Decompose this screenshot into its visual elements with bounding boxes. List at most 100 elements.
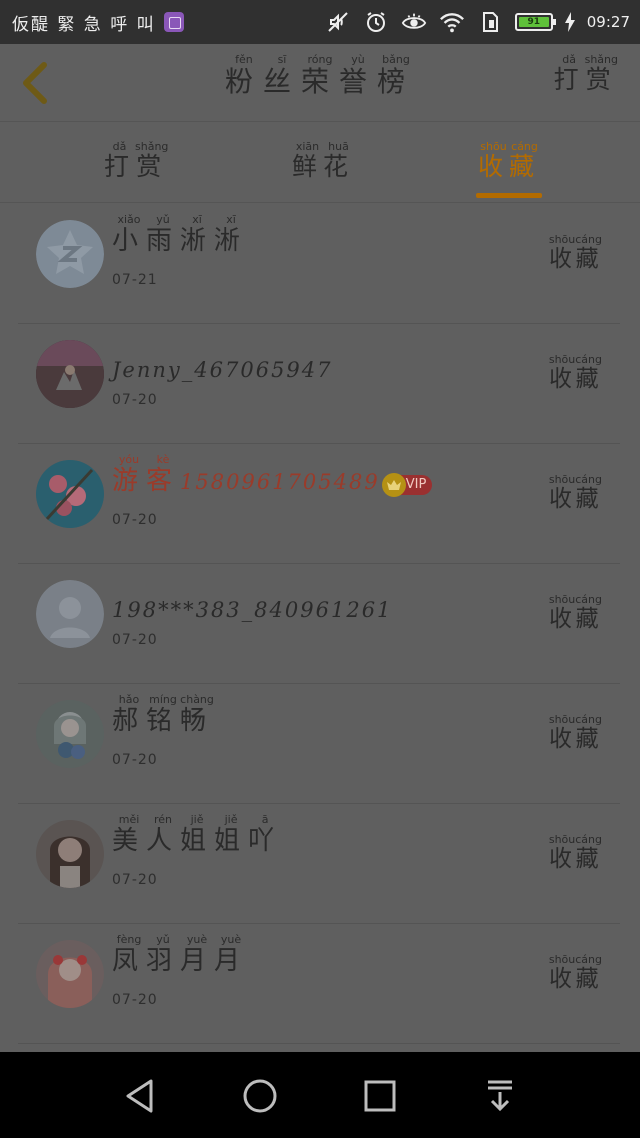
tab-reward[interactable]: 打dǎ赏shǎng xyxy=(104,140,169,201)
user-name: 198***383_840961261 xyxy=(112,594,392,624)
favorite-button[interactable]: 收shōu藏cáng xyxy=(548,233,602,273)
row-divider xyxy=(18,1043,620,1044)
pinyin-char: 鲜xiān xyxy=(292,140,323,181)
pinyin-text: fèng xyxy=(112,933,147,946)
han-char: 人 xyxy=(146,826,181,856)
pinyin-text: shōu xyxy=(548,713,576,726)
favorite-button[interactable]: 收shōu藏cáng xyxy=(549,353,602,393)
pinyin-char: 月yuè xyxy=(180,933,215,976)
pinyin-text: yuè xyxy=(180,933,215,946)
han-char: 藏 xyxy=(575,246,602,272)
han-char: 月 xyxy=(180,946,215,976)
tab-favorites[interactable]: 收shōu藏cáng xyxy=(478,140,541,201)
avatar[interactable] xyxy=(36,460,104,528)
list-item[interactable]: 游yóu客kè15809617054​89 VIP 07-20 收shōu藏cáng xyxy=(0,444,640,564)
han-char: 赏 xyxy=(135,152,169,181)
user-name: 美měi人rén姐jiě姐jiě吖ā xyxy=(112,813,283,857)
page-title: 粉fěn丝sī荣róng誉yù榜bǎng xyxy=(0,53,640,100)
han-char: 藏 xyxy=(575,966,602,992)
reward-button[interactable]: 打dǎ赏shǎng xyxy=(553,53,618,96)
pinyin-text: míng xyxy=(146,693,181,706)
favorite-button[interactable]: 收shōu藏cáng xyxy=(548,953,602,993)
favorite-label: 收shōu藏cáng xyxy=(549,473,602,512)
pinyin-char: 榜bǎng xyxy=(377,53,415,98)
pinyin-text: ā xyxy=(248,813,283,826)
pinyin-text: shōu xyxy=(548,953,576,966)
status-time: 09:27 xyxy=(586,13,630,31)
han-char: 小 xyxy=(112,226,147,256)
tab-flowers[interactable]: 鲜xiān花huā xyxy=(292,140,354,201)
avatar[interactable] xyxy=(36,820,104,888)
pinyin-char: 荣róng xyxy=(301,53,339,98)
vip-badge: VIP xyxy=(381,472,433,497)
avatar[interactable] xyxy=(36,580,104,648)
han-char: 美 xyxy=(112,826,147,856)
avatar[interactable] xyxy=(36,340,104,408)
pinyin-char: 铭míng xyxy=(146,693,180,736)
list-item[interactable]: 郝hǎo铭míng畅chàng 07-20 收shōu藏cáng xyxy=(0,684,640,804)
item-date: 07-20 xyxy=(112,872,158,888)
nav-home-button[interactable] xyxy=(238,1074,282,1118)
han-char: 游 xyxy=(112,466,147,496)
header: 粉fěn丝sī荣róng誉yù榜bǎng 打dǎ赏shǎng xyxy=(0,44,640,122)
avatar[interactable] xyxy=(36,940,104,1008)
item-date: 07-20 xyxy=(112,992,158,1008)
pinyin-text: róng xyxy=(300,53,339,66)
app-thumbnail-icon xyxy=(163,12,184,32)
pinyin-text: kè xyxy=(146,453,181,466)
list-item[interactable]: 198***383_840961261 07-20 收shōu藏cáng xyxy=(0,564,640,684)
recents-square-icon xyxy=(364,1080,396,1112)
pinyin-text: dǎ xyxy=(553,53,585,66)
favorite-button[interactable]: 收shōu藏cáng xyxy=(549,593,602,633)
list-item[interactable]: Jenny_467065947 07-20 收shōu藏cáng xyxy=(0,324,640,444)
pinyin-text: shǎng xyxy=(584,53,618,66)
status-bar: 仮醍 緊 急 呼 叫 91 09:27 xyxy=(0,0,640,44)
pinyin-char: 收shōu xyxy=(548,833,576,872)
han-char: 藏 xyxy=(509,152,541,181)
nav-back-button[interactable] xyxy=(118,1074,162,1118)
han-char: 打 xyxy=(104,152,136,181)
han-char: 粉 xyxy=(224,65,263,98)
han-char: 月 xyxy=(214,946,249,976)
pinyin-text: shōu xyxy=(478,140,509,153)
pinyin-text: jiě xyxy=(180,813,215,826)
pinyin-text: shǎng xyxy=(135,140,169,153)
pinyin-text: cáng xyxy=(575,953,602,966)
pinyin-text: xiān xyxy=(292,140,323,153)
han-char: 丝 xyxy=(262,65,301,98)
avatar[interactable] xyxy=(36,220,104,288)
han-char: 誉 xyxy=(339,65,378,98)
nav-notification-button[interactable] xyxy=(478,1074,522,1118)
eye-comfort-icon xyxy=(401,13,426,29)
user-name-han: 小xiǎo雨yǔ淅xī淅xī xyxy=(112,213,248,256)
favorite-button[interactable]: 收shōu藏cáng xyxy=(548,833,602,873)
nav-recents-button[interactable] xyxy=(358,1074,402,1118)
han-char: 打 xyxy=(553,65,585,94)
mute-icon xyxy=(328,12,348,32)
favorite-label: 收shōu藏cáng xyxy=(549,713,602,752)
pinyin-text: cáng xyxy=(575,593,602,606)
pinyin-text: shōu xyxy=(548,833,576,846)
pinyin-char: 收shōu xyxy=(549,353,575,392)
pinyin-text: shōu xyxy=(548,233,576,246)
pinyin-char: 姐jiě xyxy=(180,813,214,856)
user-name: 小xiǎo雨yǔ淅xī淅xī xyxy=(112,213,248,257)
han-char: 收 xyxy=(548,846,576,872)
favorite-button[interactable]: 收shōu藏cáng xyxy=(549,713,602,753)
list-item[interactable]: 美měi人rén姐jiě姐jiě吖ā 07-20 收shōu藏cáng xyxy=(0,804,640,924)
avatar[interactable] xyxy=(36,700,104,768)
status-bar-left: 仮醍 緊 急 呼 叫 xyxy=(12,0,184,44)
pinyin-text: yǔ xyxy=(146,933,181,946)
status-bar-right: 91 09:27 xyxy=(325,0,630,44)
favorite-button[interactable]: 收shōu藏cáng xyxy=(549,473,602,513)
han-char: 收 xyxy=(548,246,576,272)
han-char: 藏 xyxy=(575,846,602,872)
pinyin-text: sī xyxy=(262,53,301,66)
list-item[interactable]: 凤fèng羽yǔ月yuè月yuè 07-20 收shōu藏cáng xyxy=(0,924,640,1044)
status-bar-text: 仮醍 緊 急 呼 叫 xyxy=(12,14,156,35)
user-name-han: 郝hǎo铭míng畅chàng xyxy=(112,693,214,736)
list-item[interactable]: 小xiǎo雨yǔ淅xī淅xī 07-21 收shōu藏cáng xyxy=(0,204,640,324)
han-char: 羽 xyxy=(146,946,181,976)
pinyin-text: jiě xyxy=(214,813,249,826)
pinyin-char: 人rén xyxy=(146,813,181,856)
